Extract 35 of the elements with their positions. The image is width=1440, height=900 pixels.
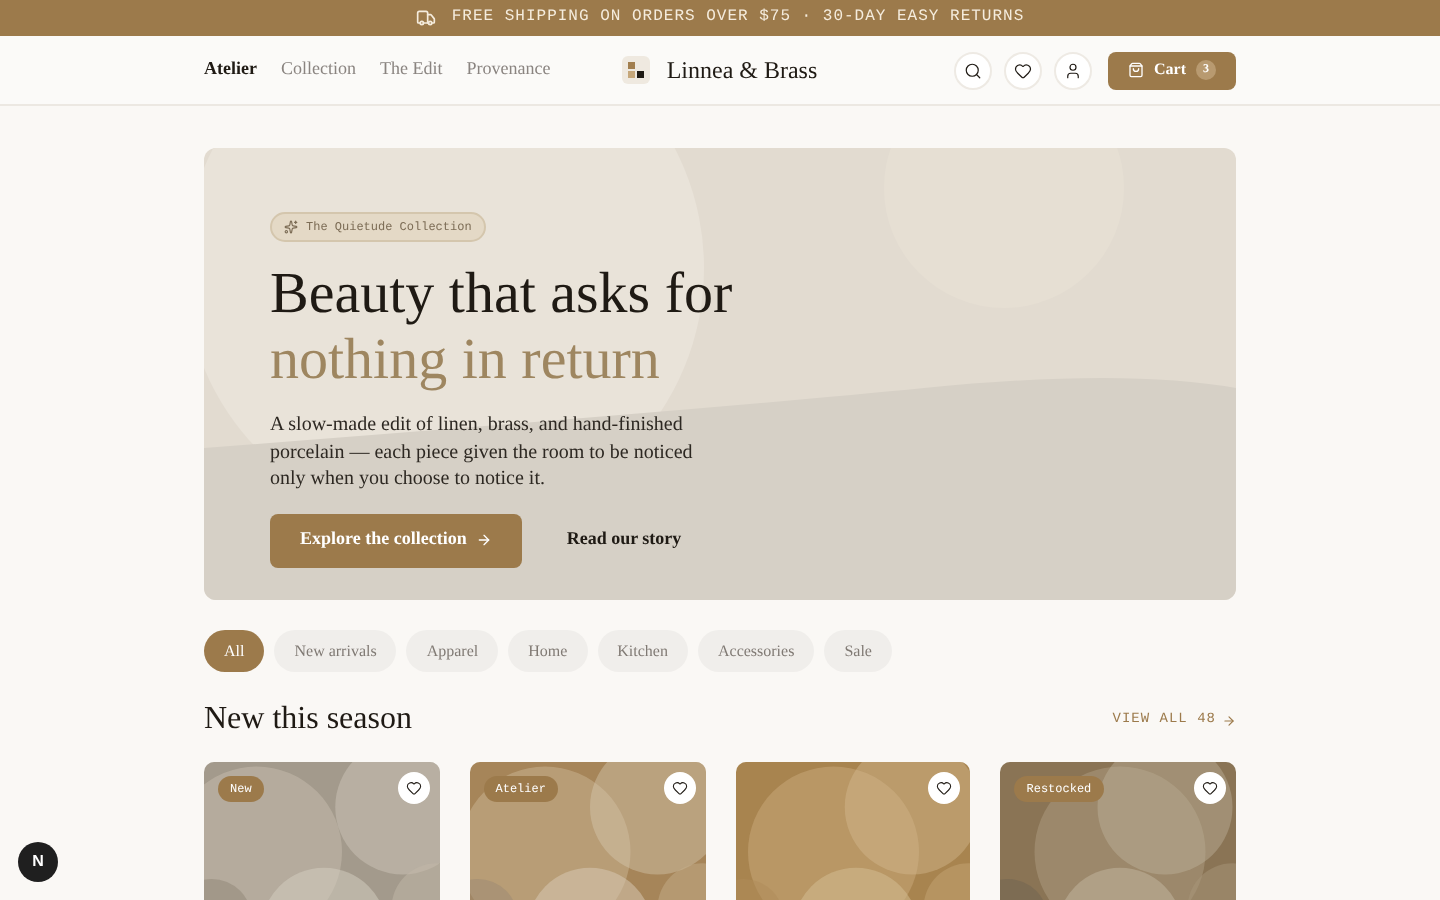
heart-icon: [936, 780, 953, 796]
filter-chip[interactable]: Apparel: [406, 630, 499, 672]
hero-description: A slow-made edit of linen, brass, and hand-finished porcelain — each piece given the room to be noticed only when you choose to notice it.: [270, 412, 695, 493]
filter-chip[interactable]: New arrivals: [274, 630, 397, 672]
wishlist-button[interactable]: [1004, 51, 1042, 89]
search-button[interactable]: [954, 51, 992, 89]
bag-icon: [1128, 62, 1144, 78]
arrow-icon: [1222, 713, 1236, 727]
arrow-icon: [476, 532, 493, 548]
hero-title: Beauty that asks for nothing in return: [270, 262, 735, 394]
logo-icon: [622, 56, 651, 84]
nav-link[interactable]: Atelier: [204, 56, 257, 84]
user-icon: [1064, 61, 1082, 79]
heart-icon: [1014, 61, 1032, 79]
explore-button[interactable]: Explore the collection: [270, 513, 523, 567]
search-icon: [964, 61, 982, 79]
nav-link[interactable]: Provenance: [466, 56, 551, 84]
sparkle-icon: [284, 220, 298, 234]
account-button[interactable]: [1054, 51, 1092, 89]
heart-icon: [671, 780, 687, 796]
nav-link[interactable]: Collection: [280, 56, 356, 84]
truck-icon: [415, 8, 436, 28]
heart-icon: [1202, 780, 1218, 796]
filter-chip[interactable]: Sale: [824, 630, 892, 672]
section-title: New this season: [204, 700, 412, 740]
announcement-text: FREE SHIPPING ON ORDERS OVER $75 · 30-DAY EASY RETURNS: [451, 6, 1025, 30]
filter-chip[interactable]: All: [204, 630, 265, 672]
brand-name: Linnea & Brass: [666, 54, 818, 88]
heart-icon: [405, 780, 422, 796]
filter-chip[interactable]: Home: [508, 630, 588, 672]
floating-button[interactable]: N: [18, 842, 58, 882]
read-story-link[interactable]: Read our story: [566, 526, 682, 554]
filter-chip[interactable]: Kitchen: [597, 630, 688, 672]
nav-link[interactable]: The Edit: [379, 56, 443, 84]
filter-chip[interactable]: Accessories: [697, 630, 815, 672]
